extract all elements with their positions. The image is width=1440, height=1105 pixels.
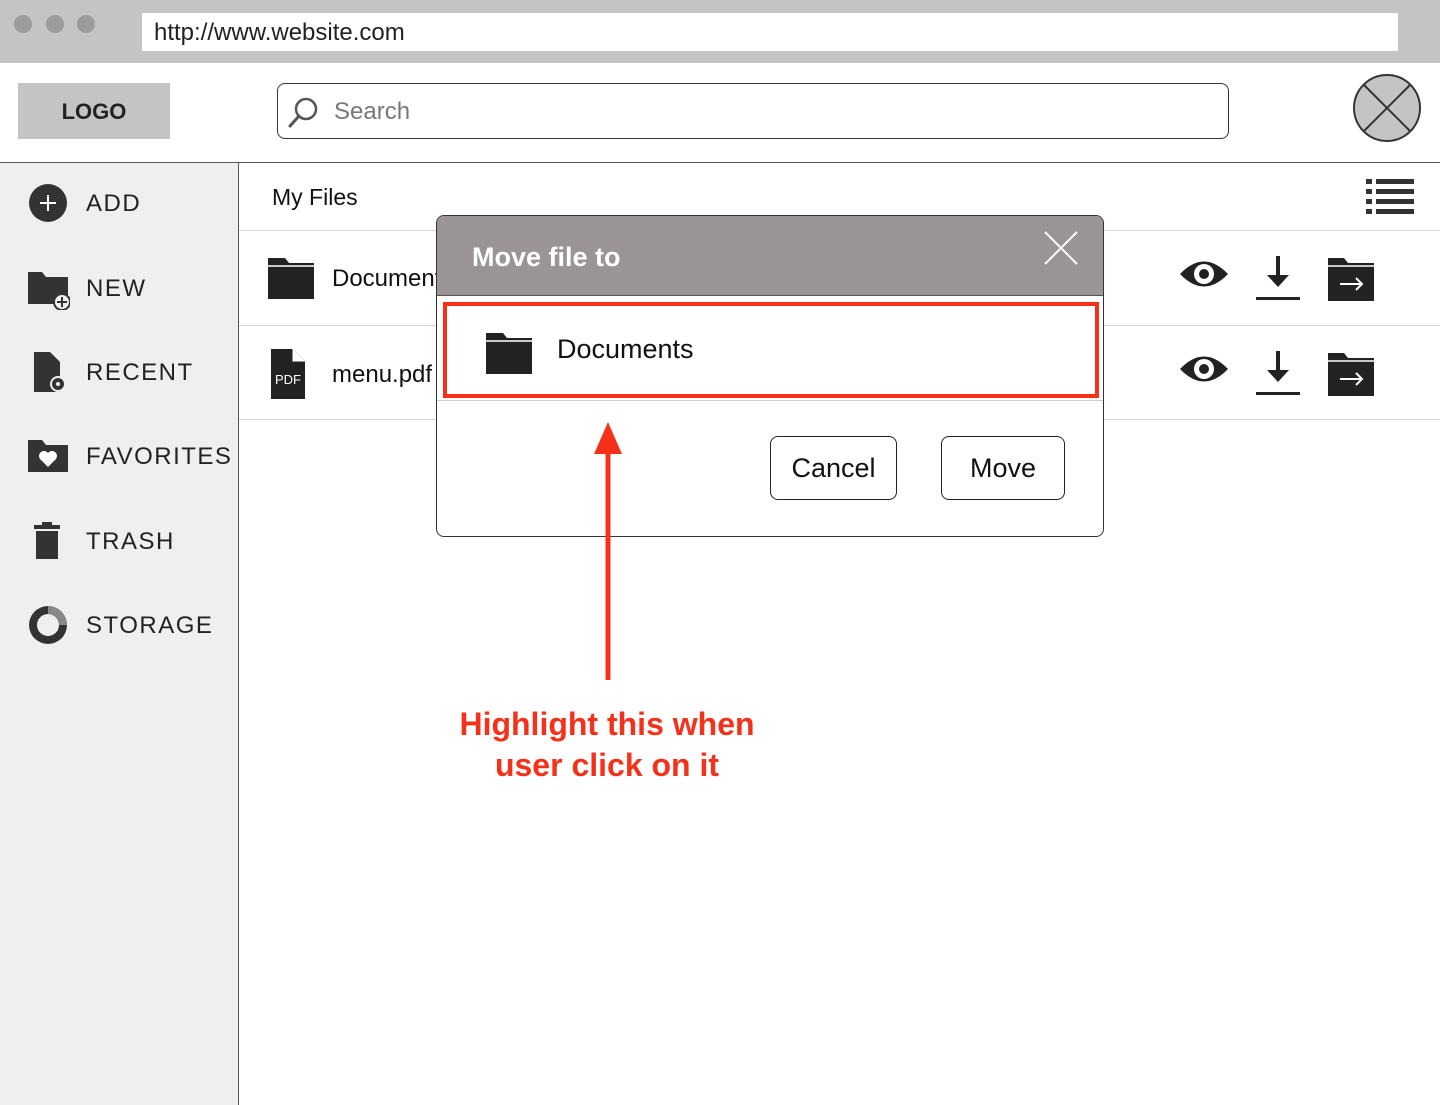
sidebar-item-trash[interactable]: TRASH [0, 511, 238, 571]
recent-file-icon [34, 352, 66, 392]
destination-folder-label: Documents [557, 334, 694, 364]
window-maximize-dot[interactable] [77, 15, 95, 33]
logo[interactable]: LOGO [18, 83, 170, 139]
view-icon[interactable] [1179, 249, 1229, 299]
sidebar-item-recent[interactable]: RECENT [0, 342, 238, 402]
dialog-header: Move file to [437, 216, 1103, 296]
address-bar[interactable]: http://www.website.com [142, 13, 1398, 51]
sidebar-item-storage[interactable]: STORAGE [0, 595, 238, 655]
download-icon[interactable] [1253, 348, 1303, 398]
sidebar-item-label: STORAGE [86, 612, 214, 639]
file-name[interactable]: menu.pdf [332, 355, 432, 395]
search-placeholder: Search [334, 98, 411, 125]
sidebar-item-label: FAVORITES [86, 443, 233, 470]
sidebar-item-add[interactable]: ADD [0, 173, 238, 233]
search-input[interactable]: Search [277, 83, 1229, 139]
annotation-line-1: Highlight this when [459, 706, 755, 742]
download-icon[interactable] [1253, 253, 1303, 303]
dialog-title: Move file to [472, 242, 621, 272]
window-minimize-dot[interactable] [46, 15, 64, 33]
move-to-folder-icon[interactable] [1326, 350, 1376, 400]
storage-pie-icon [29, 606, 67, 644]
view-icon[interactable] [1179, 344, 1229, 394]
move-button[interactable]: Move [941, 436, 1065, 500]
trash-icon [34, 522, 60, 559]
divider [437, 400, 1103, 401]
app-header: LOGO Search [0, 63, 1440, 163]
annotation-arrow [594, 422, 622, 680]
search-icon [288, 97, 318, 128]
annotation-note: Highlight this when user click on it [407, 704, 807, 786]
pdf-badge: PDF [275, 372, 301, 387]
folder-icon [486, 333, 532, 374]
sidebar-item-favorites[interactable]: FAVORITES [0, 426, 238, 486]
sidebar-item-label: NEW [86, 275, 147, 302]
browser-chrome: http://www.website.com [0, 0, 1440, 63]
sidebar-item-label: RECENT [86, 359, 194, 386]
move-file-dialog: Move file to Documents Cancel Move [436, 215, 1104, 537]
cancel-button[interactable]: Cancel [770, 436, 897, 500]
folder-icon [268, 258, 314, 299]
window-close-dot[interactable] [14, 15, 32, 33]
list-view-icon[interactable] [1364, 176, 1416, 218]
annotation-line-2: user click on it [494, 747, 720, 783]
close-icon[interactable] [1043, 230, 1079, 266]
page-title: My Files [272, 184, 358, 210]
sidebar-item-label: ADD [86, 190, 142, 217]
sidebar-item-label: TRASH [86, 528, 175, 555]
new-folder-icon [28, 272, 70, 310]
placeholder-avatar-icon[interactable] [1352, 73, 1422, 143]
favorite-folder-icon [28, 440, 68, 472]
pdf-file-icon: PDF [271, 349, 305, 399]
move-to-folder-icon[interactable] [1326, 255, 1376, 305]
plus-circle-icon [29, 184, 67, 222]
destination-folder-option[interactable]: Documents [443, 302, 1099, 398]
sidebar: ADD NEW RECENT FAVORITES TRASH STORAGE [0, 163, 239, 1105]
sidebar-item-new[interactable]: NEW [0, 258, 238, 318]
